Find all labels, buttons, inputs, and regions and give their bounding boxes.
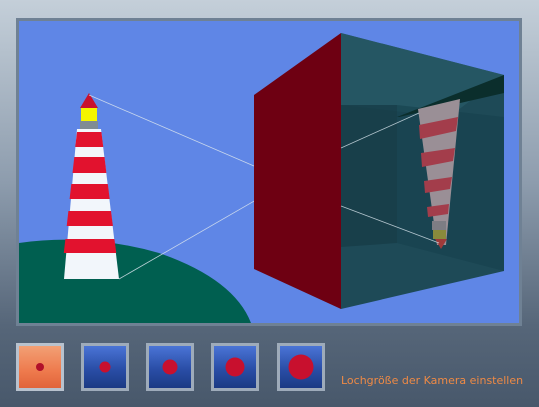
lighthouse — [63, 93, 119, 279]
aperture-size-5-button[interactable] — [277, 343, 325, 391]
aperture-size-2-button[interactable] — [81, 343, 129, 391]
aperture-size-4-button[interactable] — [211, 343, 259, 391]
camera-obscura-scene — [16, 18, 522, 326]
aperture-dot-icon — [36, 363, 44, 371]
hill — [19, 239, 251, 323]
camera-front-face — [254, 33, 341, 309]
aperture-size-3-button[interactable] — [146, 343, 194, 391]
aperture-caption: Lochgröße der Kamera einstellen — [341, 374, 524, 387]
aperture-dot-icon — [162, 359, 178, 375]
aperture-dot-icon — [225, 357, 245, 377]
scene-illustration — [19, 33, 504, 323]
aperture-dot-icon — [288, 354, 314, 380]
camera-box — [254, 33, 504, 309]
aperture-size-1-button[interactable] — [16, 343, 64, 391]
aperture-dot-icon — [99, 361, 111, 373]
